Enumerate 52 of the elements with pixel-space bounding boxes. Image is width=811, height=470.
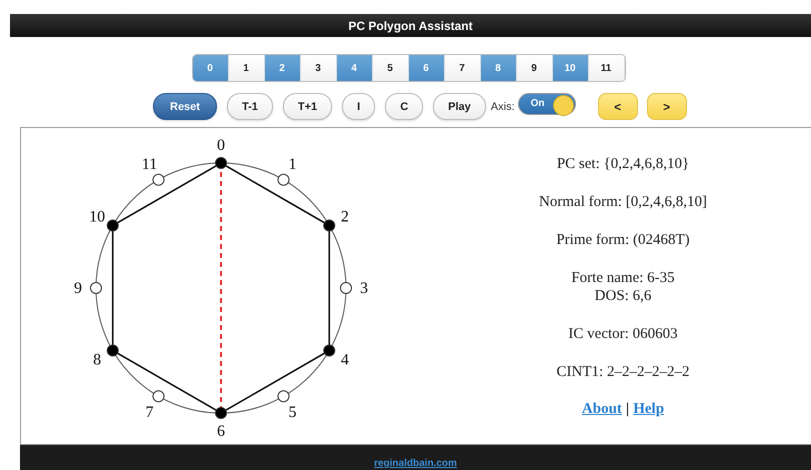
pitch-class-toggle[interactable]: 11 xyxy=(588,55,624,81)
filled-point[interactable] xyxy=(323,344,336,356)
point-label: 2 xyxy=(340,208,349,226)
reset-button[interactable]: Reset xyxy=(153,93,217,120)
point-label: 8 xyxy=(93,352,102,368)
point-label: 4 xyxy=(340,352,349,368)
pitch-class-toggle[interactable]: 1 xyxy=(228,55,264,81)
point-label: 0 xyxy=(217,137,225,154)
filled-point[interactable] xyxy=(106,344,119,356)
operation-button[interactable]: C xyxy=(385,93,424,120)
info-text: PC set: {0,2,4,6,8,10} xyxy=(556,155,690,173)
point-label: 10 xyxy=(89,208,106,226)
info-text: Normal form: [0,2,4,6,8,10] xyxy=(539,193,707,211)
axis-label: Axis: xyxy=(490,100,515,112)
pitch-class-toggle[interactable]: 5 xyxy=(372,55,408,81)
point-label: 1 xyxy=(288,156,296,174)
point-label: 6 xyxy=(217,423,225,440)
filled-point[interactable] xyxy=(215,157,227,169)
point-label: 9 xyxy=(74,280,82,297)
filled-point[interactable] xyxy=(323,220,336,232)
empty-point[interactable] xyxy=(152,174,164,186)
footer-link[interactable]: reginaldbain.com xyxy=(374,458,457,469)
empty-point[interactable] xyxy=(278,174,290,186)
operation-button[interactable]: I xyxy=(342,93,376,120)
axis-switch[interactable]: On xyxy=(518,92,576,114)
filled-point[interactable] xyxy=(215,407,227,419)
operation-button[interactable]: T+1 xyxy=(282,93,332,120)
filled-point[interactable] xyxy=(106,220,119,232)
point-label: 11 xyxy=(142,156,158,174)
step-button[interactable]: > xyxy=(646,93,687,120)
empty-point[interactable] xyxy=(340,282,352,294)
info-text: Forte name: 6-35 xyxy=(571,269,675,287)
app-title: PC Polygon Assistant xyxy=(10,14,811,37)
info-text: CINT1: 2–2–2–2–2–2 xyxy=(556,363,690,381)
link-separator: | xyxy=(626,401,630,418)
operation-button[interactable]: T-1 xyxy=(226,93,273,120)
about-link[interactable]: About xyxy=(582,401,622,418)
info-text: IC vector: 060603 xyxy=(568,325,678,343)
point-label: 5 xyxy=(288,404,296,421)
pitch-class-toggle[interactable]: 3 xyxy=(300,55,336,81)
point-label: 3 xyxy=(360,280,368,297)
info-text: DOS: 6,6 xyxy=(594,287,652,305)
empty-point[interactable] xyxy=(278,390,290,402)
pitch-class-toggle[interactable]: 7 xyxy=(444,55,480,81)
step-button[interactable]: < xyxy=(598,93,638,120)
point-label: 7 xyxy=(146,404,154,421)
empty-point[interactable] xyxy=(90,282,102,294)
operation-button[interactable]: Play xyxy=(433,93,486,120)
empty-point[interactable] xyxy=(152,390,164,402)
help-link[interactable]: Help xyxy=(633,401,664,418)
pitch-class-toggle[interactable]: 9 xyxy=(516,55,552,81)
info-text: Prime form: (02468T) xyxy=(556,231,690,249)
